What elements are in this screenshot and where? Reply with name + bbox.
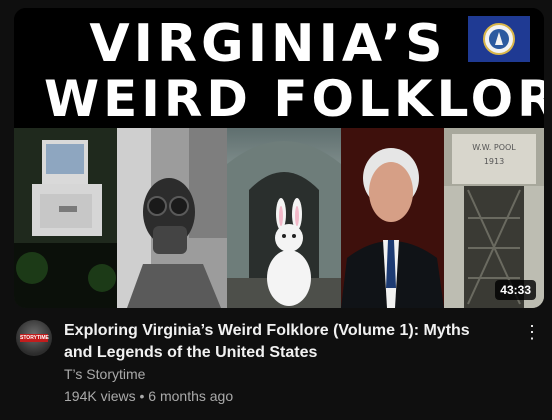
more-vertical-icon[interactable]: ⋮: [520, 320, 544, 344]
view-count: 194K views: [64, 388, 136, 404]
thumbnail-title-band: VIRGINIA’S WEIRD FOLKLORE: [14, 8, 544, 128]
svg-text:1913: 1913: [484, 157, 504, 166]
photo-bunny-costume: [227, 128, 341, 308]
avatar-label: STORYTIME: [20, 334, 49, 342]
virginia-flag-icon: [468, 16, 530, 62]
svg-text:W.W. POOL: W.W. POOL: [472, 143, 516, 152]
thumbnail-title-line-1: VIRGINIA’S: [89, 14, 447, 74]
photo-portrait-man: [341, 128, 444, 308]
thumbnail-title-line-2: WEIRD FOLKLORE: [44, 70, 544, 128]
channel-name[interactable]: T’s Storytime: [64, 366, 145, 382]
meta-separator: •: [139, 388, 145, 404]
video-metadata: 194K views • 6 months ago: [64, 388, 233, 404]
duration-badge: 43:33: [495, 280, 536, 300]
video-thumbnail[interactable]: VIRGINIA’S WEIRD FOLKLORE W.W. POOL 1913…: [14, 8, 544, 308]
thumbnail-photo-collage: W.W. POOL 1913: [14, 128, 544, 308]
photo-cryptid-creature: [14, 128, 117, 308]
photo-gas-mask-man: [117, 128, 227, 308]
channel-avatar[interactable]: STORYTIME: [16, 320, 52, 356]
upload-age: 6 months ago: [148, 388, 234, 404]
video-title[interactable]: Exploring Virginia’s Weird Folklore (Vol…: [64, 320, 484, 364]
